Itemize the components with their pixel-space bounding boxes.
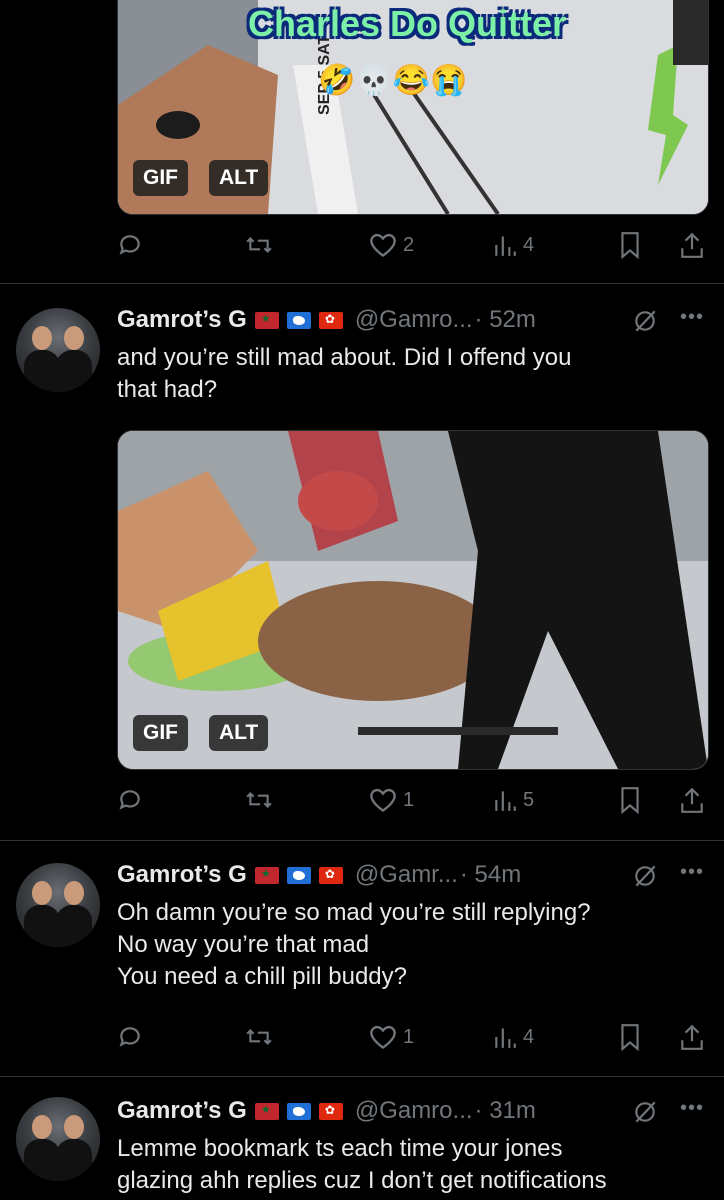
- reply-icon: [119, 790, 140, 810]
- like-icon: [370, 233, 396, 257]
- tweet-media-gif[interactable]: SEP 5 SAT Charles Do Quitter 🤣💀😂😭 GIF AL…: [117, 0, 709, 215]
- tweet-header: Gamrot’s G @Gamr... · 54m: [117, 857, 717, 893]
- antarctica-flag-icon: [286, 1102, 311, 1120]
- views-icon: [495, 236, 516, 256]
- morocco-flag-icon: [254, 311, 279, 329]
- gif-badge: GIF: [133, 160, 188, 196]
- retweet-icon: [246, 792, 272, 808]
- author-name[interactable]: Gamrot’s G: [117, 861, 247, 889]
- views-icon: [495, 1028, 516, 1048]
- tweet-actions: 1 5: [0, 780, 724, 820]
- avatar[interactable]: [16, 863, 100, 947]
- author-name[interactable]: Gamrot’s G: [117, 306, 247, 334]
- views-button[interactable]: 4: [493, 1017, 534, 1057]
- grok-icon[interactable]: [632, 863, 658, 889]
- share-icon: [681, 787, 703, 813]
- views-button[interactable]: 5: [493, 780, 534, 820]
- timestamp[interactable]: · 52m: [475, 306, 536, 334]
- like-icon: [370, 788, 396, 812]
- like-button[interactable]: 1: [369, 780, 414, 820]
- author-handle[interactable]: @Gamr...: [355, 861, 458, 889]
- grok-icon[interactable]: [632, 1099, 658, 1125]
- morocco-flag-icon: [254, 1102, 279, 1120]
- retweet-button[interactable]: [245, 1017, 273, 1057]
- like-count: 1: [403, 1025, 415, 1048]
- tweet-header: Gamrot’s G @Gamro... · 52m: [117, 302, 717, 338]
- views-button[interactable]: 4: [493, 225, 534, 265]
- reply-button[interactable]: [117, 780, 143, 820]
- tweet[interactable]: SEP 5 SAT Charles Do Quitter 🤣💀😂😭 GIF AL…: [0, 0, 724, 283]
- tweet-text: and you’re still mad about. Did I offend…: [117, 344, 572, 403]
- views-icon: [495, 791, 516, 811]
- antarctica-flag-icon: [286, 866, 311, 884]
- more-icon[interactable]: •••: [680, 306, 704, 329]
- like-count: 2: [403, 233, 415, 256]
- share-button[interactable]: [680, 1017, 704, 1057]
- like-button[interactable]: 1: [369, 1017, 414, 1057]
- bookmark-button[interactable]: [619, 1017, 641, 1057]
- reply-icon: [119, 235, 140, 255]
- avatar[interactable]: [16, 1097, 100, 1181]
- timestamp[interactable]: · 31m: [475, 1097, 536, 1125]
- antarctica-flag-icon: [286, 311, 311, 329]
- views-count: 4: [523, 233, 535, 256]
- retweet-button[interactable]: [245, 780, 273, 820]
- gif-caption-emojis: 🤣💀😂😭: [318, 64, 468, 97]
- reply-button[interactable]: [117, 225, 143, 265]
- share-button[interactable]: [680, 780, 704, 820]
- morocco-flag-icon: [254, 866, 279, 884]
- alt-badge[interactable]: ALT: [209, 715, 269, 751]
- bookmark-icon: [621, 232, 639, 259]
- tweet-text: Oh damn you’re so mad you’re still reply…: [117, 899, 591, 990]
- like-icon: [370, 1025, 396, 1049]
- retweet-icon: [246, 237, 272, 253]
- tweet-actions: 2 4: [0, 225, 724, 265]
- tweet[interactable]: Gamrot’s G @Gamro... · 31m ••• Lemme boo…: [0, 1077, 724, 1200]
- like-button[interactable]: 2: [369, 225, 414, 265]
- reply-button[interactable]: [117, 1017, 143, 1057]
- share-icon: [681, 232, 703, 258]
- views-count: 4: [523, 1025, 535, 1048]
- hong-kong-flag-icon: [318, 866, 343, 884]
- avatar[interactable]: [16, 308, 100, 392]
- hong-kong-flag-icon: [318, 311, 343, 329]
- grok-icon[interactable]: [632, 308, 658, 334]
- bookmark-button[interactable]: [619, 225, 641, 265]
- tweet[interactable]: Gamrot’s G @Gamro... · 52m ••• and you’r…: [0, 284, 724, 840]
- more-icon[interactable]: •••: [680, 861, 704, 884]
- like-count: 1: [403, 788, 415, 811]
- share-icon: [681, 1024, 703, 1050]
- author-name[interactable]: Gamrot’s G: [117, 1097, 247, 1125]
- gif-badge: GIF: [133, 715, 188, 751]
- tweet-actions: 1 4: [0, 1017, 724, 1057]
- views-count: 5: [523, 788, 535, 811]
- hong-kong-flag-icon: [318, 1102, 343, 1120]
- gif-frame-illustration: [118, 431, 708, 769]
- tweet-text: Lemme bookmark ts each time your jones g…: [117, 1135, 607, 1194]
- bookmark-icon: [621, 1024, 639, 1051]
- bookmark-icon: [621, 787, 639, 814]
- alt-badge[interactable]: ALT: [209, 160, 269, 196]
- gif-caption: Charles Do Quitter: [247, 3, 567, 44]
- share-button[interactable]: [680, 225, 704, 265]
- more-icon[interactable]: •••: [680, 1097, 704, 1120]
- author-handle[interactable]: @Gamro...: [355, 1097, 473, 1125]
- tweet-media-gif[interactable]: GIF ALT: [117, 430, 709, 770]
- retweet-icon: [246, 1029, 272, 1045]
- tweet[interactable]: Gamrot’s G @Gamr... · 54m ••• Oh damn yo…: [0, 841, 724, 1076]
- author-handle[interactable]: @Gamro...: [355, 306, 473, 334]
- bookmark-button[interactable]: [619, 780, 641, 820]
- reply-icon: [119, 1027, 140, 1047]
- timestamp[interactable]: · 54m: [460, 861, 521, 889]
- retweet-button[interactable]: [245, 225, 273, 265]
- tweet-header: Gamrot’s G @Gamro... · 31m: [117, 1093, 717, 1129]
